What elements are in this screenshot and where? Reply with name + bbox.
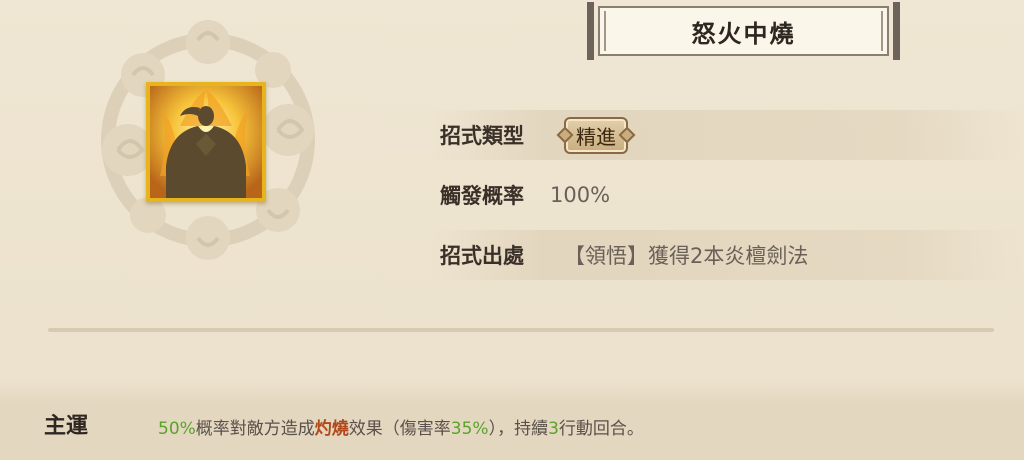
- skill-type-badge: 精進: [564, 116, 628, 154]
- section-divider: [48, 328, 994, 332]
- effect-burn-keyword[interactable]: 灼燒: [315, 419, 349, 439]
- trigger-rate-label: 觸發概率: [440, 184, 524, 208]
- skill-source-row: 招式出處 【領悟】獲得2本炎檀劍法: [430, 230, 1024, 280]
- title-frame-left: [587, 2, 594, 60]
- skill-type-row: 招式類型 精進: [430, 110, 1024, 160]
- effect-chance: 50%: [158, 419, 196, 439]
- skill-detail-panel: 怒火中燒 招式類型 精進 觸發概率 100% 招式出處 【領悟】獲得2本炎檀劍法…: [0, 0, 1024, 460]
- effect-text-1: 概率對敵方造成: [195, 419, 315, 439]
- trigger-rate-row: 觸發概率 100%: [430, 170, 1024, 220]
- main-effect-description: 50%概率對敵方造成灼燒效果（傷害率35%），持續3行動回合。: [158, 414, 644, 439]
- skill-source-label: 招式出處: [440, 244, 524, 268]
- main-effect-label: 主運: [44, 414, 89, 439]
- effect-text-2: 效果（傷害率: [348, 419, 451, 439]
- title-frame-right: [893, 2, 900, 60]
- effect-duration: 3: [548, 419, 559, 439]
- skill-name: 怒火中燒: [691, 19, 796, 48]
- skill-source-value: 【領悟】獲得2本炎檀劍法: [564, 244, 809, 268]
- effect-damage-rate: 35%: [450, 419, 489, 439]
- title-inner: 怒火中燒: [598, 6, 889, 56]
- skill-title-plate: 怒火中燒: [587, 2, 900, 60]
- trigger-rate-value: 100%: [550, 183, 611, 207]
- skill-flame-meditation-icon: [146, 82, 266, 202]
- effect-text-4: 行動回合。: [558, 419, 644, 439]
- main-effect-row: 主運 50%概率對敵方造成灼燒效果（傷害率35%），持續3行動回合。: [0, 380, 1024, 460]
- effect-text-3: ），持續: [488, 419, 549, 439]
- skill-type-label: 招式類型: [440, 124, 524, 148]
